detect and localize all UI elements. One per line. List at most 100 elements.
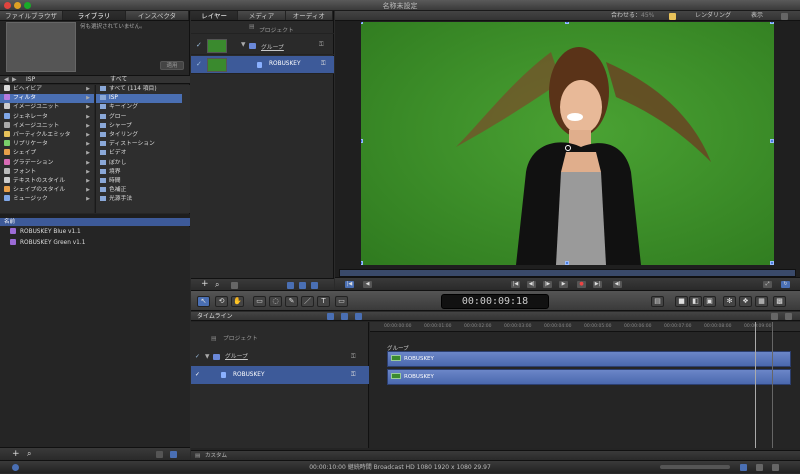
timecode-display[interactable]: 00:00:09:18 xyxy=(441,294,549,309)
step-back-icon[interactable]: ◀| xyxy=(527,281,536,288)
list-item[interactable]: ROBUSKEY Blue v1.1 xyxy=(0,227,190,238)
subcategory-item[interactable]: 色補正 xyxy=(96,186,190,195)
fit-value[interactable]: 45% xyxy=(641,11,654,21)
playhead[interactable] xyxy=(755,322,756,448)
list-view-icon[interactable] xyxy=(170,451,177,458)
layer-row-robuskey[interactable]: ✓ ROBUSKEY ⚿ xyxy=(191,56,334,74)
timeline-tracks[interactable]: 00:00:00:00 00:00:01:00 00:00:02:00 00:00:0… xyxy=(370,322,800,448)
tab-inspector[interactable]: インスペクタ xyxy=(126,11,189,20)
checkbox-icon[interactable]: ✓ xyxy=(195,366,200,384)
shape-tool-icon[interactable]: ▭ xyxy=(253,296,266,307)
checkbox-icon[interactable]: ✓ xyxy=(195,348,200,366)
subcategory-item[interactable]: ディストーション xyxy=(96,140,190,149)
subcategory-item[interactable]: すべて (114 項目) xyxy=(96,85,190,94)
lock-icon[interactable]: ⚿ xyxy=(321,61,325,68)
view-mode-icon[interactable] xyxy=(355,313,362,320)
particle-icon[interactable]: ❖ xyxy=(739,296,752,307)
category-item[interactable]: イメージユニット ▶ xyxy=(0,121,94,131)
layer-row-project[interactable]: ▤ プロジェクト xyxy=(191,22,334,34)
subcategory-item[interactable]: グロー xyxy=(96,113,190,122)
lights-icon[interactable]: ◧ xyxy=(689,296,702,307)
go-to-start-icon[interactable]: |◀ xyxy=(511,281,520,288)
category-item[interactable]: ミュージック ▶ xyxy=(0,195,94,204)
subcategory-item[interactable]: 境界 xyxy=(96,168,190,177)
zoom-icon[interactable] xyxy=(771,313,778,320)
subcategory-item[interactable]: タイリング xyxy=(96,131,190,140)
category-item[interactable]: パーティクルエミッタ ▶ xyxy=(0,130,94,140)
view-mode-icon[interactable] xyxy=(327,313,334,320)
category-item[interactable]: テキストのスタイル ▶ xyxy=(0,176,94,186)
tab-audio[interactable]: オーディオ xyxy=(286,11,333,20)
view-mode-icon[interactable] xyxy=(311,282,318,289)
forward-arrow-icon[interactable]: ▶ xyxy=(12,76,17,84)
search-icon[interactable]: ⌕ xyxy=(27,449,31,459)
render-menu[interactable]: レンダリング xyxy=(695,11,731,21)
add-icon[interactable]: + xyxy=(201,279,209,289)
select-tool-icon[interactable]: ↖ xyxy=(197,296,210,307)
view-mode-icon[interactable] xyxy=(740,464,747,471)
go-to-end-icon[interactable]: ▶| xyxy=(593,281,602,288)
results-header[interactable]: 名前 xyxy=(0,218,190,226)
lock-icon[interactable]: ⚿ xyxy=(351,348,355,366)
apply-button[interactable]: 適用 xyxy=(160,61,184,70)
tab-library[interactable]: ライブラリ xyxy=(63,11,126,20)
tab-layers[interactable]: レイヤー xyxy=(191,11,239,20)
category-item[interactable]: フォント ▶ xyxy=(0,167,94,177)
transform-handle[interactable] xyxy=(361,261,363,265)
category-item[interactable]: ジェネレータ ▶ xyxy=(0,112,94,122)
camera-icon[interactable]: ■ xyxy=(675,296,688,307)
tab-file-browser[interactable]: ファイルブラウザ xyxy=(0,11,63,20)
subcategory-item[interactable]: キーイング xyxy=(96,103,190,112)
step-forward-icon[interactable]: |▶ xyxy=(543,281,552,288)
checkbox-icon[interactable]: ✓ xyxy=(196,61,203,68)
transform-handle[interactable] xyxy=(361,22,363,24)
out-marker[interactable] xyxy=(772,322,773,448)
category-item[interactable]: シェイプ ▶ xyxy=(0,149,94,158)
checkbox-icon[interactable]: ✓ xyxy=(196,42,203,49)
rotate-tool-icon[interactable]: ⟲ xyxy=(215,296,228,307)
canvas-viewer[interactable] xyxy=(361,22,774,265)
timeline-row-group[interactable]: ✓ ▼ グループ ⚿ xyxy=(191,348,369,366)
transform-handle[interactable] xyxy=(565,22,569,24)
anchor-point-icon[interactable] xyxy=(565,145,571,151)
timeline-row-project[interactable]: ▤ プロジェクト xyxy=(191,330,369,348)
view-mode-icon[interactable] xyxy=(287,282,294,289)
timeline-bar[interactable]: ROBUSKEY xyxy=(387,369,791,385)
category-item[interactable]: グラデーション ▶ xyxy=(0,158,94,168)
view-mode-icon[interactable] xyxy=(299,282,306,289)
text-tool-icon[interactable]: T xyxy=(317,296,330,307)
view-mode-icon[interactable] xyxy=(341,313,348,320)
timeline-row-robuskey[interactable]: ✓ ROBUSKEY ⚿ xyxy=(191,366,369,384)
category-item[interactable]: フィルタ ▶ xyxy=(0,94,94,104)
search-icon[interactable]: ⌕ xyxy=(215,280,219,290)
loop-icon[interactable]: ↻ xyxy=(781,281,790,288)
view-menu[interactable]: 表示 xyxy=(751,11,763,21)
view-tool-icon[interactable]: ▭ xyxy=(335,296,348,307)
replicator-icon[interactable]: ▦ xyxy=(755,296,768,307)
subcategory-item[interactable]: ISP xyxy=(96,94,182,104)
brush-tool-icon[interactable]: ／ xyxy=(301,296,314,307)
back-arrow-icon[interactable]: ◀ xyxy=(4,76,9,84)
filters-icon[interactable]: ✻ xyxy=(723,296,736,307)
transform-handle[interactable] xyxy=(361,139,363,143)
category-item[interactable]: リプリケータ ▶ xyxy=(0,140,94,149)
pen-tool-icon[interactable]: ✎ xyxy=(285,296,298,307)
back-arrow-icon[interactable]: ◀ xyxy=(363,281,372,288)
lock-icon[interactable]: ⚿ xyxy=(351,366,355,384)
transform-handle[interactable] xyxy=(770,22,774,24)
audio-icon[interactable] xyxy=(756,464,763,471)
settings-icon[interactable] xyxy=(785,313,792,320)
expand-icon[interactable]: ⤢ xyxy=(763,281,772,288)
subcategory-item[interactable]: 時間 xyxy=(96,177,190,186)
disclosure-icon[interactable]: ▼ xyxy=(205,348,209,366)
timeline-bar[interactable]: ROBUSKEY xyxy=(387,351,791,367)
category-item[interactable]: イメージユニット ▶ xyxy=(0,103,94,112)
library-filter[interactable]: すべて xyxy=(110,76,127,84)
loop-start-icon[interactable]: |◀ xyxy=(345,281,354,288)
subcategory-item[interactable]: ビデオ xyxy=(96,149,190,158)
category-item[interactable]: シェイプのスタイル ▶ xyxy=(0,186,94,195)
subcategory-item[interactable]: ぼかし xyxy=(96,159,190,168)
disclosure-icon[interactable]: ▼ xyxy=(241,42,245,48)
subcategory-item[interactable]: シャープ xyxy=(96,122,190,131)
subcategory-item[interactable]: 光源手法 xyxy=(96,195,190,204)
